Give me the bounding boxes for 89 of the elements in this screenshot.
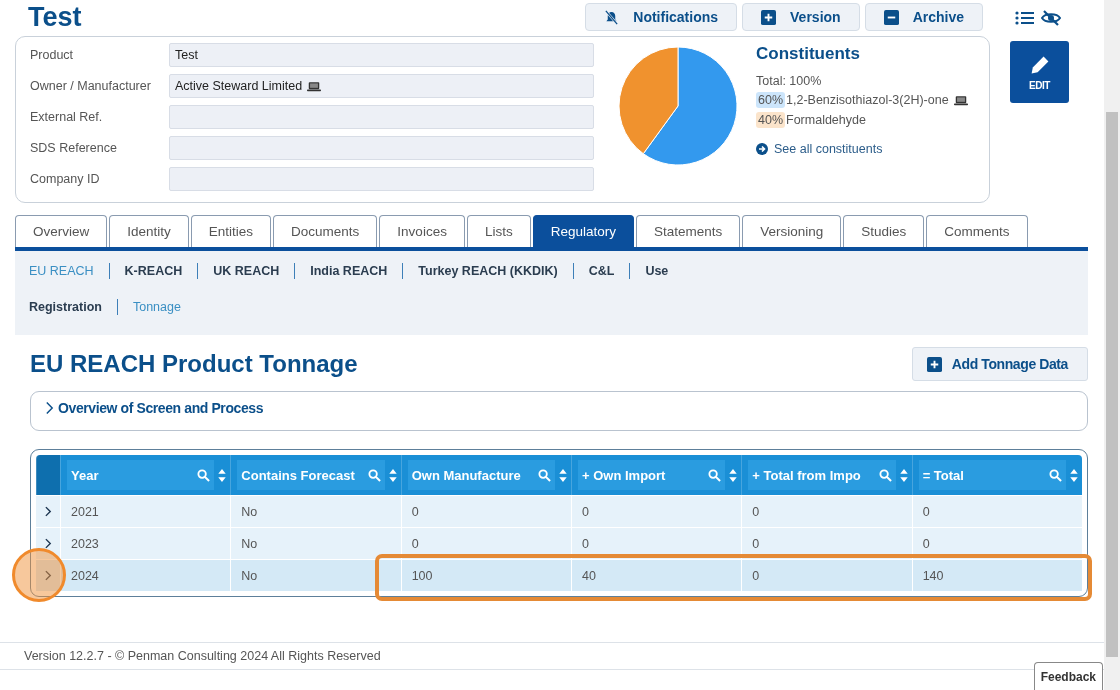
table-cell: 0	[911, 495, 1082, 527]
overview-panel[interactable]: Overview of Screen and Process	[30, 391, 1088, 431]
list-icon[interactable]	[1015, 10, 1035, 26]
add-tonnage-button[interactable]: Add Tonnage Data	[911, 347, 1088, 381]
chevron-icon	[44, 538, 52, 549]
subnav-link[interactable]: C&L	[572, 263, 630, 279]
footer-text: Version 12.2.7 - © Penman Consulting 2024 All Rights Reserved	[24, 649, 381, 663]
sort-icon[interactable]	[218, 468, 227, 482]
search-icon[interactable]	[367, 468, 381, 482]
laptop-icon	[307, 80, 322, 92]
minus-square-icon	[883, 9, 899, 25]
tab[interactable]: Identity	[109, 215, 189, 247]
toolbar-button[interactable]: Archive	[864, 3, 983, 31]
search-icon[interactable]	[708, 468, 722, 482]
field-label: External Ref.	[30, 110, 104, 124]
subnav-link[interactable]: India REACH	[294, 263, 403, 279]
constituents-title: Constituents	[756, 44, 861, 64]
tab[interactable]: Comments	[926, 215, 1028, 247]
chevron-icon	[44, 506, 52, 517]
see-all-link[interactable]: See all constituents	[774, 142, 883, 156]
toolbar-button[interactable]: Version	[742, 3, 860, 31]
expand-button[interactable]	[36, 527, 60, 559]
section-title: EU REACH Product Tonnage	[30, 350, 358, 378]
field-label: Company ID	[30, 172, 101, 186]
sort-icon[interactable]	[1070, 468, 1078, 482]
tab[interactable]: Overview	[15, 215, 108, 247]
constituent-name: 1,2-Benzisothiazol-3(2H)-one	[786, 93, 949, 107]
field-label: SDS Reference	[30, 141, 118, 155]
search-icon[interactable]	[878, 468, 892, 482]
laptop-icon	[954, 94, 969, 106]
table-cell: 140	[911, 559, 1082, 591]
table-cell: 2021	[60, 495, 231, 527]
field-label: Owner / Manufacturer	[30, 79, 152, 93]
input-field[interactable]: Test	[169, 43, 594, 67]
tab[interactable]: Statements	[635, 215, 741, 247]
tab[interactable]: Invoices	[379, 215, 465, 247]
sort-icon[interactable]	[559, 468, 567, 482]
page-title: Test	[28, 2, 83, 32]
search-icon[interactable]	[197, 468, 211, 482]
percent-badge: 60%	[756, 92, 786, 108]
input-field[interactable]	[169, 105, 594, 129]
constituent-name: Formaldehyde	[786, 113, 866, 127]
table-cell: 100	[400, 559, 571, 591]
tab[interactable]: Studies	[843, 215, 925, 247]
chevron-icon	[44, 570, 52, 581]
scrollbar[interactable]	[1104, 0, 1120, 690]
tab[interactable]: Entities	[190, 215, 272, 247]
tab[interactable]: Lists	[466, 215, 531, 247]
input-field[interactable]: Active Steward Limited	[169, 74, 594, 98]
plus-square-icon	[926, 356, 942, 372]
field-label: Product	[30, 48, 75, 62]
muted-bell-icon	[604, 9, 620, 25]
subnav-link[interactable]: Registration	[29, 299, 117, 315]
table-cell: 0	[400, 495, 571, 527]
arrow-circle-icon	[756, 143, 768, 155]
header-cell	[36, 455, 60, 495]
tab[interactable]: Versioning	[742, 215, 842, 247]
percent-badge: 40%	[756, 112, 786, 128]
expand-button[interactable]	[36, 559, 60, 591]
sort-icon[interactable]	[899, 468, 908, 482]
toolbar-button[interactable]: Notifications	[585, 3, 738, 31]
subnav-link[interactable]: Use	[629, 263, 684, 279]
subnav-link[interactable]: K-REACH	[108, 263, 198, 279]
tab[interactable]: Regulatory	[532, 215, 634, 247]
search-icon[interactable]	[1049, 468, 1062, 482]
plus-square-icon	[761, 9, 777, 25]
table-cell: No	[230, 559, 401, 591]
subnav-link[interactable]: UK REACH	[197, 263, 295, 279]
edit-button[interactable]: EDIT	[1010, 41, 1069, 103]
sort-icon[interactable]	[388, 468, 397, 482]
table-cell: 2023	[60, 527, 231, 559]
table-cell: 0	[741, 495, 912, 527]
expand-button[interactable]	[36, 495, 60, 527]
chevron-icon	[45, 401, 54, 415]
subnav-link[interactable]: Turkey REACH (KKDIK)	[402, 263, 573, 279]
table-cell: No	[230, 495, 401, 527]
table-cell: 2024	[60, 559, 231, 591]
sort-icon[interactable]	[729, 468, 738, 482]
table-cell: 40	[571, 559, 742, 591]
input-field[interactable]	[169, 167, 594, 191]
table-cell: 0	[571, 495, 742, 527]
feedback-button[interactable]: Feedback	[1033, 662, 1103, 690]
table-cell: 0	[741, 559, 912, 591]
tab[interactable]: Documents	[273, 215, 378, 247]
table-cell: No	[230, 527, 401, 559]
total-text: Total: 100%	[756, 74, 822, 88]
hidden-eye-icon[interactable]	[1041, 10, 1061, 26]
search-icon[interactable]	[538, 468, 551, 482]
input-field[interactable]	[169, 136, 594, 160]
